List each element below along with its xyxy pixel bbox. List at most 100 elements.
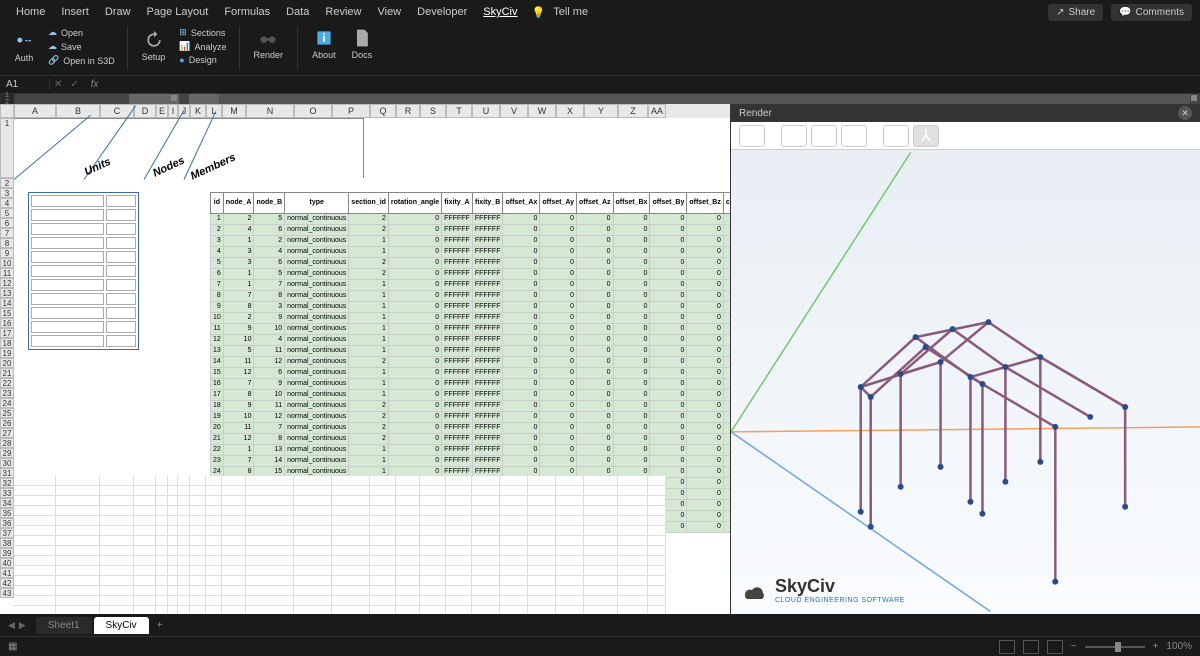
share-button[interactable]: ↗Share [1048,4,1103,21]
tab-prev[interactable]: ◀ [8,620,15,631]
col-header-S[interactable]: S [420,104,446,118]
row-header-17[interactable]: 17 [0,328,14,338]
about-button[interactable]: i About [306,26,342,62]
members-row[interactable]: 717normal_continuous10FFFFFFFFFFFF000000 [211,280,731,291]
row-header-33[interactable]: 33 [0,488,14,498]
tab-skyciv[interactable]: SkyCiv [94,617,149,634]
units-row[interactable]: section_lengthmm [31,223,136,235]
row-header-6[interactable]: 6 [0,218,14,228]
tab-add[interactable]: + [151,616,169,634]
row-header-9[interactable]: 9 [0,248,14,258]
members-row[interactable]: 615normal_continuous20FFFFFFFFFFFF000000 [211,269,731,280]
row-header-7[interactable]: 7 [0,228,14,238]
openins3d-button[interactable]: 🔗Open in S3D [44,54,119,67]
zoom-level[interactable]: 100% [1166,641,1192,652]
menu-view[interactable]: View [369,2,409,22]
render-viewport[interactable]: SkyCiv CLOUD ENGINEERING SOFTWARE [731,150,1200,614]
units-row[interactable]: pressurekpa [31,293,136,305]
save-button[interactable]: ☁Save [44,40,119,53]
members-row[interactable]: 191012normal_continuous20FFFFFFFFFFFF000… [211,412,731,423]
analyze-button[interactable]: 📊Analyze [175,40,230,53]
row-header-12[interactable]: 12 [0,278,14,288]
members-row[interactable]: 1679normal_continuous10FFFFFFFFFFFF00000… [211,379,731,390]
members-header[interactable]: id [211,193,224,214]
zoom-out[interactable]: − [1071,641,1077,652]
col-header-U[interactable]: U [472,104,500,118]
members-row[interactable]: 17810normal_continuous10FFFFFFFFFFFF0000… [211,390,731,401]
col-header-V[interactable]: V [500,104,528,118]
col-header-I[interactable]: I [168,104,178,118]
design-button[interactable]: ●Design [175,54,230,66]
units-row[interactable]: densitykg/m3 [31,251,136,263]
units-row[interactable]: momentkn-m [31,279,136,291]
spreadsheet[interactable]: ABCDEIJKLMNOPQRSTUVWXYZAA Units Nodes Me… [0,104,730,614]
row-header-13[interactable]: 13 [0,288,14,298]
row-header-25[interactable]: 25 [0,408,14,418]
row-header-29[interactable]: 29 [0,448,14,458]
members-header[interactable]: offset_Bz [687,193,724,214]
members-header[interactable]: offset_Bx [613,193,650,214]
members-header[interactable]: rotation_angle [388,193,441,214]
units-row[interactable]: translationmm [31,321,136,333]
view-layout[interactable] [1023,640,1039,654]
menu-formulas[interactable]: Formulas [216,2,278,22]
row-header-38[interactable]: 38 [0,538,14,548]
col-header-N[interactable]: N [246,104,294,118]
row-header-30[interactable]: 30 [0,458,14,468]
auth-button[interactable]: Auth [8,29,40,65]
col-header-X[interactable]: X [556,104,584,118]
members-header[interactable]: node_A [223,193,254,214]
members-row[interactable]: 878normal_continuous10FFFFFFFFFFFF000000 [211,291,731,302]
comments-button[interactable]: 💬Comments [1111,4,1192,21]
members-row[interactable]: 21128normal_continuous20FFFFFFFFFFFF0000… [211,434,731,445]
formula-input[interactable] [107,77,1200,92]
members-header[interactable]: offset_Ax [503,193,540,214]
members-row[interactable]: 125normal_continuous20FFFFFFFFFFFF000000 [211,214,731,225]
col-header-A[interactable]: A [14,104,56,118]
members-row[interactable]: 246normal_continuous20FFFFFFFFFFFF000000 [211,225,731,236]
render-button[interactable]: Render [248,26,290,62]
menu-skyciv[interactable]: SkyCiv [475,2,525,22]
members-header[interactable]: fixity_A [442,193,473,214]
row-header-5[interactable]: 5 [0,208,14,218]
row-header-14[interactable]: 14 [0,298,14,308]
menu-tellme[interactable]: Tell me [545,2,596,22]
row-header-40[interactable]: 40 [0,558,14,568]
col-header-AA[interactable]: AA [648,104,666,118]
tab-sheet1[interactable]: Sheet1 [36,617,92,634]
grid-view-tool[interactable]: ⊞ [883,125,909,147]
members-header[interactable]: node_B [254,193,285,214]
members-row[interactable]: 18911normal_continuous20FFFFFFFFFFFF0000… [211,401,731,412]
members-row[interactable]: 13511normal_continuous10FFFFFFFFFFFF0000… [211,346,731,357]
col-header-T[interactable]: T [446,104,472,118]
members-row[interactable]: 141112normal_continuous20FFFFFFFFFFFF000… [211,357,731,368]
row-header-35[interactable]: 35 [0,508,14,518]
col-header-Q[interactable]: Q [370,104,396,118]
units-table[interactable]: units_systemmetriclengthmsection_lengthm… [28,192,139,350]
members-header[interactable]: offset_Az [577,193,614,214]
row-header-15[interactable]: 15 [0,308,14,318]
row-header-10[interactable]: 10 [0,258,14,268]
members-row[interactable]: 15126normal_continuous10FFFFFFFFFFFF0000… [211,368,731,379]
units-row[interactable]: masskg [31,307,136,319]
members-row[interactable]: 536normal_continuous20FFFFFFFFFFFF000000 [211,258,731,269]
members-header[interactable]: fixity_B [472,193,503,214]
members-header[interactable]: offset_Ay [540,193,577,214]
col-header-Y[interactable]: Y [584,104,618,118]
docs-button[interactable]: Docs [346,26,379,62]
tab-next[interactable]: ▶ [19,620,26,631]
members-row[interactable]: 12104normal_continuous10FFFFFFFFFFFF0000… [211,335,731,346]
row-header-39[interactable]: 39 [0,548,14,558]
units-row[interactable]: material_strengthmpa [31,237,136,249]
row-header-23[interactable]: 23 [0,388,14,398]
cell-reference[interactable]: A1 [0,79,50,90]
view-normal[interactable] [999,640,1015,654]
row-header-36[interactable]: 36 [0,518,14,528]
members-header[interactable]: type [285,193,349,214]
members-row[interactable]: 23714normal_continuous10FFFFFFFFFFFF0000… [211,456,731,467]
row-header-27[interactable]: 27 [0,428,14,438]
square-tool[interactable]: □ [841,125,867,147]
members-row[interactable]: 312normal_continuous10FFFFFFFFFFFF000000 [211,236,731,247]
members-row[interactable]: 434normal_continuous10FFFFFFFFFFFF000000 [211,247,731,258]
row-header-20[interactable]: 20 [0,358,14,368]
